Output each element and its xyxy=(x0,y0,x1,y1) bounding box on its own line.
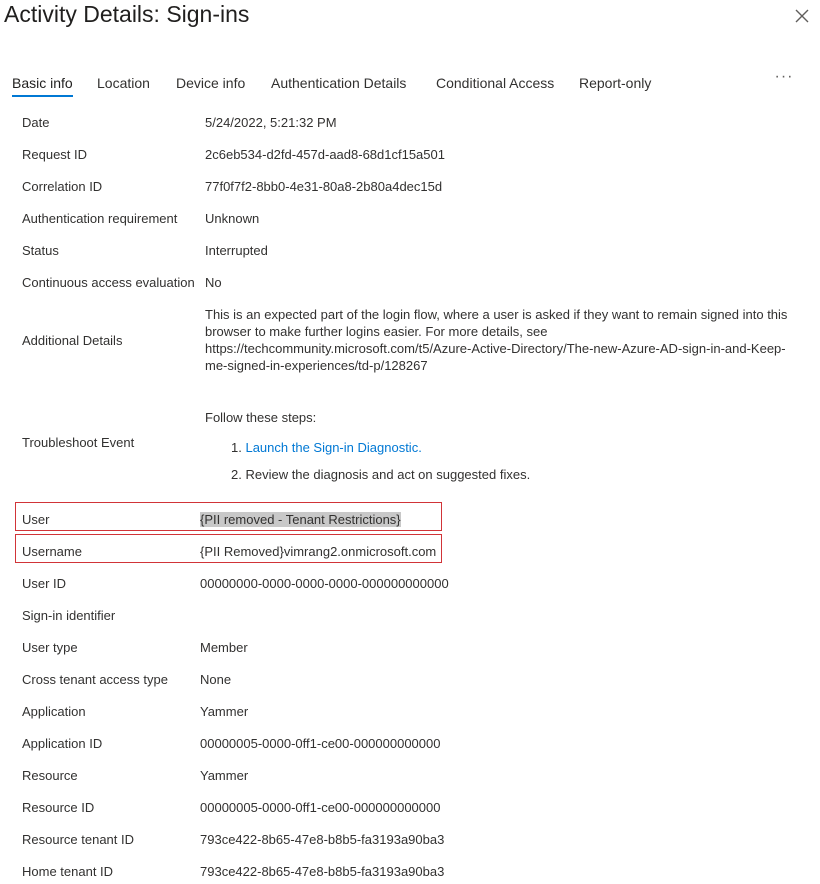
resource-id-value: 00000005-0000-0ff1-ce00-000000000000 xyxy=(200,800,441,815)
correlation-id-value: 77f0f7f2-8bb0-4e31-80a8-2b80a4dec15d xyxy=(205,179,443,194)
more-button[interactable]: ··· xyxy=(772,68,796,92)
tab-bar: Basic info Location Device info Authenti… xyxy=(0,64,820,104)
troubleshoot-step-2: 2. Review the diagnosis and act on sugge… xyxy=(231,467,531,482)
date-label: Date xyxy=(22,115,50,130)
tab-device-info[interactable]: Device info xyxy=(176,75,245,97)
resource-label: Resource xyxy=(22,768,78,783)
cae-value: No xyxy=(205,275,222,290)
additional-details-value: This is an expected part of the login fl… xyxy=(205,307,788,373)
additional-details-label: Additional Details xyxy=(22,333,123,348)
tab-basic-info[interactable]: Basic info xyxy=(12,75,73,97)
request-id-label: Request ID xyxy=(22,147,88,162)
username-label: Username xyxy=(22,544,82,559)
date-value: 5/24/2022, 5:21:32 PM xyxy=(205,115,337,130)
tab-location[interactable]: Location xyxy=(97,75,150,97)
user-value-text: {PII removed - Tenant Restrictions} xyxy=(200,512,401,527)
status-label: Status xyxy=(22,243,59,258)
correlation-id-label: Correlation ID xyxy=(22,179,103,194)
signin-identifier-label: Sign-in identifier xyxy=(22,608,116,623)
cae-label: Continuous access evaluation xyxy=(22,275,195,290)
tab-conditional-access[interactable]: Conditional Access xyxy=(436,75,554,97)
troubleshoot-intro: Follow these steps: xyxy=(205,410,317,425)
page-title: Activity Details: Sign-ins xyxy=(4,1,250,27)
application-id-value: 00000005-0000-0ff1-ce00-000000000000 xyxy=(200,736,441,751)
tab-authentication-details[interactable]: Authentication Details xyxy=(271,75,406,97)
launch-diagnostic-link[interactable]: Launch the Sign-in Diagnostic. xyxy=(245,440,421,455)
application-value: Yammer xyxy=(200,704,249,719)
step-1-number: 1. xyxy=(231,440,242,455)
application-label: Application xyxy=(22,704,86,719)
close-icon xyxy=(795,9,809,23)
user-id-value: 00000000-0000-0000-0000-000000000000 xyxy=(200,576,449,591)
username-value: {PII Removed}vimrang2.onmicrosoft.com xyxy=(200,544,437,559)
active-tab-indicator xyxy=(12,95,73,97)
tab-report-only[interactable]: Report-only xyxy=(579,75,651,97)
home-tenant-id-label: Home tenant ID xyxy=(22,864,114,879)
auth-requirement-value: Unknown xyxy=(205,211,260,226)
resource-tenant-id-value: 793ce422-8b65-47e8-b8b5-fa3193a90ba3 xyxy=(200,832,445,847)
close-button[interactable] xyxy=(790,4,814,28)
resource-value: Yammer xyxy=(200,768,249,783)
status-value: Interrupted xyxy=(205,243,268,258)
auth-requirement-label: Authentication requirement xyxy=(22,211,178,226)
cross-tenant-label: Cross tenant access type xyxy=(22,672,168,687)
cross-tenant-value: None xyxy=(200,672,232,687)
troubleshoot-label: Troubleshoot Event xyxy=(22,435,135,450)
resource-id-label: Resource ID xyxy=(22,800,95,815)
user-type-label: User type xyxy=(22,640,78,655)
user-id-label: User ID xyxy=(22,576,67,591)
troubleshoot-step-1: 1. Launch the Sign-in Diagnostic. xyxy=(231,440,422,455)
request-id-value: 2c6eb534-d2fd-457d-aad8-68d1cf15a501 xyxy=(205,147,445,162)
user-type-value: Member xyxy=(200,640,248,655)
resource-tenant-id-label: Resource tenant ID xyxy=(22,832,135,847)
more-horizontal-icon: ··· xyxy=(774,68,794,85)
user-value: {PII removed - Tenant Restrictions} xyxy=(200,512,401,527)
user-label: User xyxy=(22,512,50,527)
application-id-label: Application ID xyxy=(22,736,103,751)
home-tenant-id-value: 793ce422-8b65-47e8-b8b5-fa3193a90ba3 xyxy=(200,864,445,879)
